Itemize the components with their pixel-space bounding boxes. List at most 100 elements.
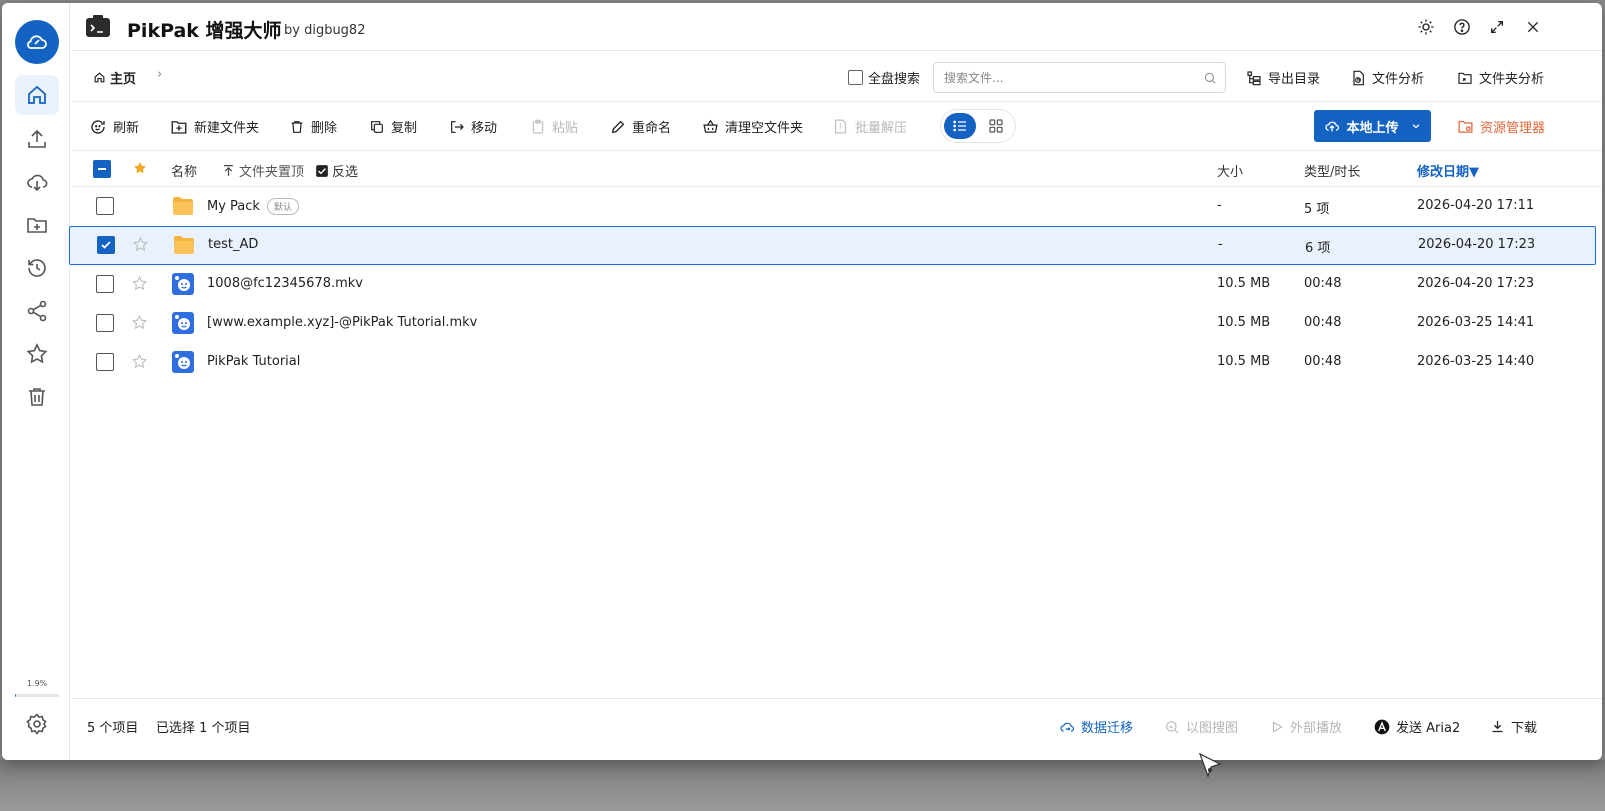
move-button[interactable]: 移动 <box>449 117 497 136</box>
folder-analysis-button[interactable]: 文件夹分析 <box>1457 68 1544 87</box>
file-analysis-button[interactable]: 文件分析 <box>1350 68 1424 87</box>
pencil-icon <box>611 120 625 133</box>
play-icon <box>1272 720 1283 733</box>
file-modified-date: 2026-04-20 17:23 <box>1418 237 1536 252</box>
delete-button[interactable]: 删除 <box>289 117 337 136</box>
video-file-icon <box>171 272 195 300</box>
image-search-button[interactable]: 以图搜图 <box>1164 717 1238 736</box>
paste-button[interactable]: 粘贴 <box>530 117 578 136</box>
sidebar-item-share[interactable] <box>15 291 59 331</box>
file-name-text: My Pack <box>207 199 260 214</box>
table-row[interactable]: [www.example.xyz]-@PikPak Tutorial.mkv 10… <box>71 304 1602 343</box>
terminal-app-icon <box>86 15 110 37</box>
title-bar: PikPak 增强大师 by digbug82 <box>71 3 1602 51</box>
refresh-button[interactable]: 刷新 <box>89 117 139 136</box>
clean-empty-folders-label: 清理空文件夹 <box>725 121 804 136</box>
star-filter-icon[interactable] <box>132 160 148 176</box>
row-checkbox[interactable] <box>96 197 114 215</box>
file-name-text: PikPak Tutorial <box>207 354 301 369</box>
sidebar-item-history[interactable] <box>15 248 59 288</box>
file-name[interactable]: My Pack 默认 <box>207 198 299 215</box>
share-icon <box>27 300 47 322</box>
row-checkbox[interactable] <box>96 275 114 293</box>
image-search-label: 以图搜图 <box>1186 721 1239 736</box>
file-size: 10.5 MB <box>1217 315 1271 330</box>
full-disk-search-checkbox[interactable] <box>848 70 863 85</box>
list-icon <box>953 120 966 132</box>
external-play-button[interactable]: 外部播放 <box>1270 717 1342 736</box>
sidebar: 1.9% <box>2 3 70 760</box>
file-name[interactable]: test_AD <box>208 237 258 252</box>
star-outline-icon <box>132 353 147 369</box>
file-modified-date: 2026-03-25 14:41 <box>1417 315 1535 330</box>
video-file-icon <box>171 350 195 378</box>
search-icon[interactable] <box>1203 71 1217 85</box>
sidebar-item-favorites[interactable] <box>15 334 59 374</box>
download-button[interactable]: 下载 <box>1490 717 1537 736</box>
batch-extract-button[interactable]: 批量解压 <box>832 117 907 136</box>
full-disk-search-toggle[interactable]: 全盘搜索 <box>848 68 920 87</box>
close-icon <box>1527 21 1539 33</box>
gear-icon <box>26 713 47 735</box>
file-name[interactable]: [www.example.xyz]-@PikPak Tutorial.mkv <box>207 315 477 330</box>
file-name-text: test_AD <box>208 237 259 252</box>
list-view-button[interactable] <box>944 113 976 139</box>
column-size[interactable]: 大小 <box>1217 161 1243 180</box>
sidebar-item-new-folder[interactable] <box>15 205 59 245</box>
theme-toggle-button[interactable] <box>1414 15 1438 39</box>
table-row[interactable]: test_AD - 6 项 2026-04-20 17:23 <box>69 226 1596 265</box>
sidebar-item-home[interactable] <box>15 75 59 115</box>
file-size: 10.5 MB <box>1217 354 1271 369</box>
maximize-button[interactable] <box>1485 15 1509 39</box>
invert-selection-label: 反选 <box>332 165 359 180</box>
download-icon <box>1492 720 1503 733</box>
clean-empty-folders-button[interactable]: 清理空文件夹 <box>702 117 803 136</box>
sidebar-item-cloud-download[interactable] <box>15 162 59 202</box>
new-folder-button[interactable]: 新建文件夹 <box>170 117 259 136</box>
desktop-backdrop <box>0 760 1605 811</box>
rename-button[interactable]: 重命名 <box>610 117 671 136</box>
table-row[interactable]: My Pack 默认 - 5 项 2026-04-20 17:11 <box>71 187 1602 226</box>
column-name[interactable]: 名称 <box>171 161 197 180</box>
tree-list-icon <box>1247 70 1261 85</box>
row-favorite-star[interactable] <box>131 353 148 374</box>
row-checkbox[interactable] <box>96 353 114 371</box>
grid-view-button[interactable] <box>980 113 1012 139</box>
file-type: 00:48 <box>1304 354 1342 369</box>
file-name[interactable]: 1008@fc12345678.mkv <box>207 276 363 291</box>
star-icon <box>26 343 48 364</box>
file-name[interactable]: PikPak Tutorial <box>207 354 300 369</box>
storage-usage-label: 1.9% <box>26 679 48 688</box>
export-directory-button[interactable]: 导出目录 <box>1246 68 1320 87</box>
local-upload-button[interactable]: 本地上传 <box>1314 110 1431 142</box>
select-all-checkbox[interactable] <box>93 160 111 178</box>
breadcrumb-home[interactable]: 主页 <box>93 68 136 87</box>
row-favorite-star[interactable] <box>131 314 148 335</box>
row-checkbox[interactable] <box>96 314 114 332</box>
file-type: 00:48 <box>1304 276 1342 291</box>
column-type[interactable]: 类型/时长 <box>1304 161 1360 180</box>
expand-icon <box>1491 21 1503 33</box>
close-button[interactable] <box>1521 15 1545 39</box>
table-row[interactable]: PikPak Tutorial 10.5 MB 00:48 2026-03-25 14… <box>71 343 1602 382</box>
search-input[interactable] <box>944 69 1194 87</box>
settings-button[interactable] <box>23 710 51 738</box>
help-button[interactable] <box>1450 15 1474 39</box>
row-favorite-star[interactable] <box>132 236 149 257</box>
column-modified[interactable]: 修改日期▼ <box>1417 161 1479 180</box>
file-size: - <box>1217 198 1222 213</box>
table-row[interactable]: 1008@fc12345678.mkv 10.5 MB 00:48 2026-04-2… <box>71 265 1602 304</box>
move-icon <box>451 120 464 133</box>
pin-folders-toggle[interactable]: 文件夹置顶 <box>222 161 304 180</box>
app-logo[interactable] <box>15 20 59 64</box>
row-checkbox[interactable] <box>97 236 115 254</box>
sidebar-item-upload[interactable] <box>15 119 59 159</box>
invert-selection-button[interactable]: 反选 <box>315 161 358 180</box>
help-icon <box>1454 19 1470 35</box>
send-aria2-button[interactable]: 发送 Aria2 <box>1374 717 1460 736</box>
sidebar-item-trash[interactable] <box>15 377 59 417</box>
data-migration-button[interactable]: 数据迁移 <box>1059 717 1133 736</box>
copy-button[interactable]: 复制 <box>369 117 417 136</box>
row-favorite-star[interactable] <box>131 275 148 296</box>
explorer-button[interactable]: 资源管理器 <box>1457 117 1545 136</box>
